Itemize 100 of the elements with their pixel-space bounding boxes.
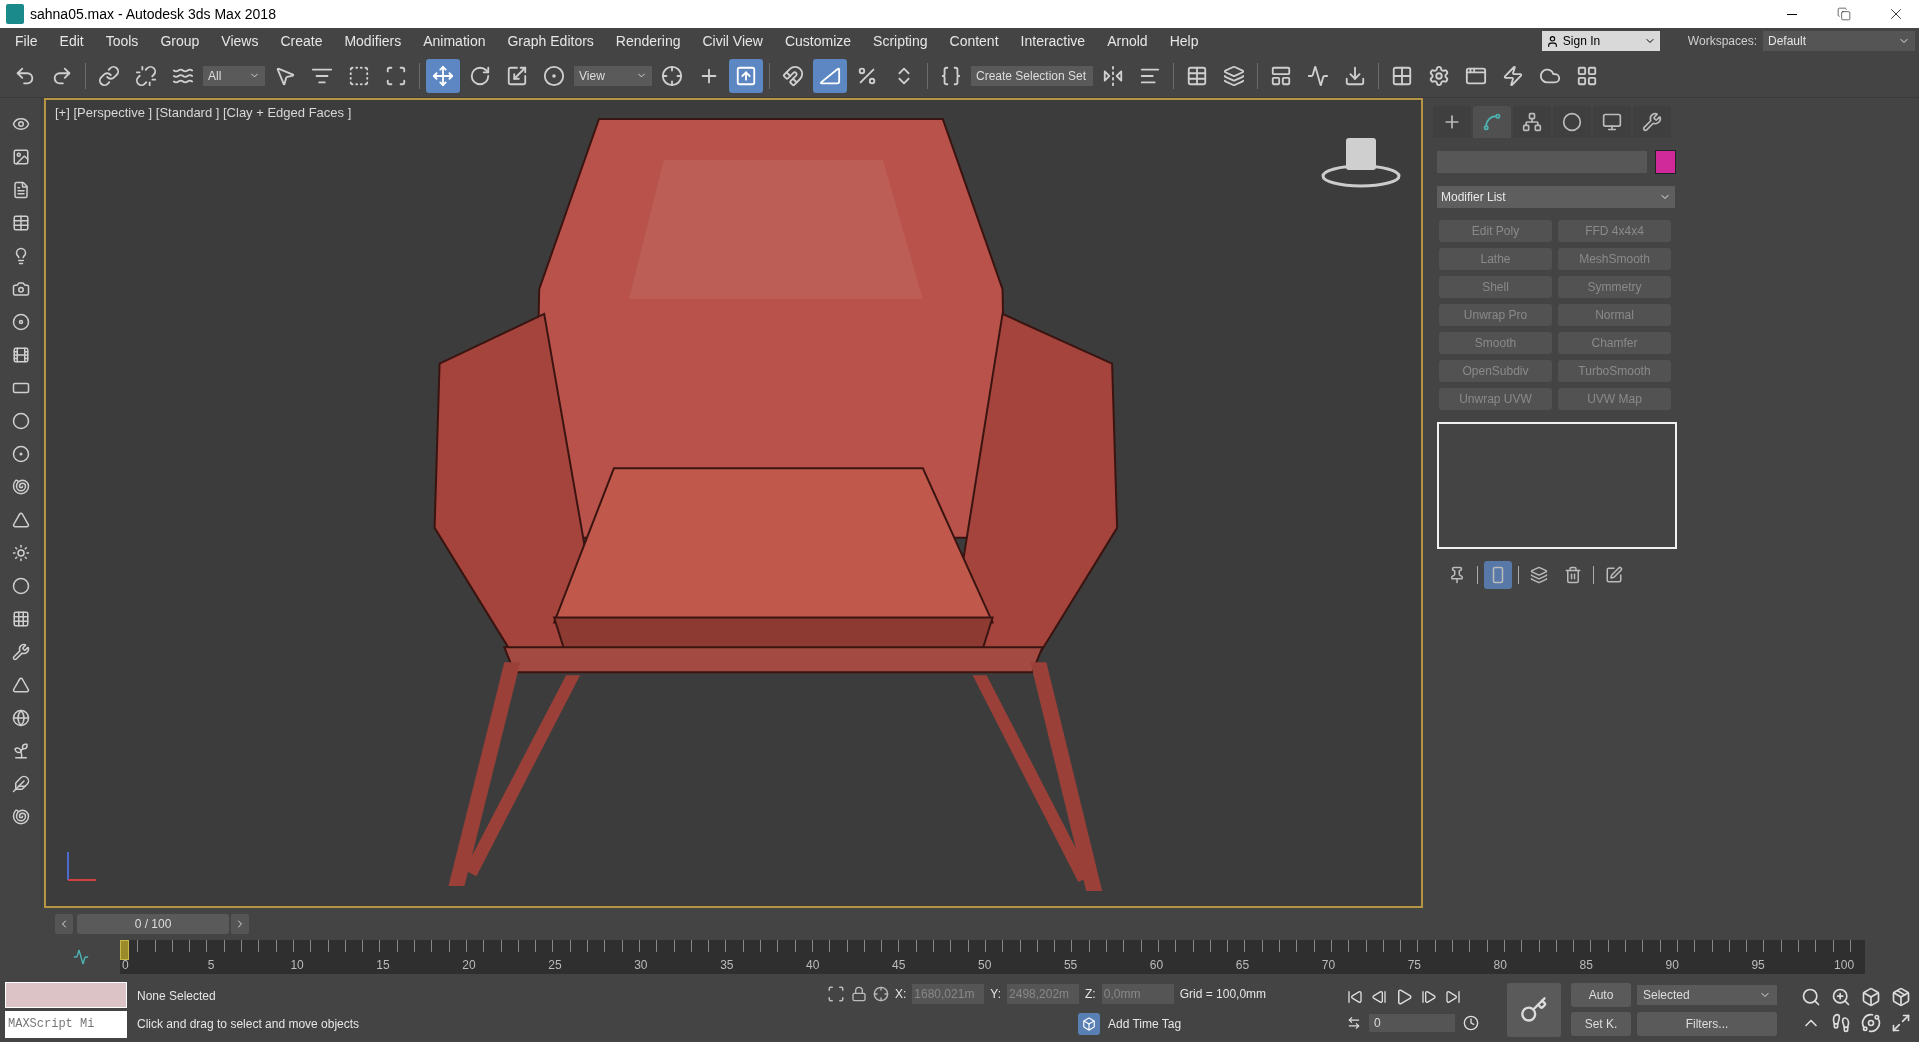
tick-label: 25 xyxy=(548,958,562,972)
package-icon[interactable] xyxy=(1891,986,1911,1007)
maximize-icon[interactable] xyxy=(1891,1012,1911,1033)
selection-filter-dropdown[interactable]: All xyxy=(203,65,265,86)
menu-item[interactable]: Edit xyxy=(48,28,95,54)
circle-tab[interactable] xyxy=(1553,106,1591,138)
tick-label: 30 xyxy=(634,958,648,972)
lightning-icon xyxy=(1502,64,1524,87)
cube-icon[interactable] xyxy=(1861,986,1881,1007)
footprints-icon[interactable] xyxy=(1831,1012,1851,1033)
menu-item[interactable]: Modifiers xyxy=(333,28,413,54)
tick-label: 90 xyxy=(1665,958,1679,972)
selection-set-dropdown[interactable]: Create Selection Set xyxy=(971,65,1093,86)
menu-item[interactable]: Arnold xyxy=(1096,28,1159,54)
window-title: sahna05.max - Autodesk 3ds Max 2018 xyxy=(30,6,277,22)
menu-item[interactable]: Graph Editors xyxy=(496,28,605,54)
tick-label: 80 xyxy=(1493,958,1507,972)
set-key-mode-button[interactable]: Set K. xyxy=(1571,1012,1631,1036)
menu-item[interactable]: Scripting xyxy=(862,28,939,54)
restore-icon xyxy=(1837,7,1851,21)
lock-icon[interactable] xyxy=(851,985,867,1002)
workspace-dropdown[interactable]: Default xyxy=(1763,31,1915,51)
monitor-tab[interactable] xyxy=(1593,106,1631,138)
menu-item[interactable]: Create xyxy=(269,28,334,54)
tile-grid-icon xyxy=(1576,64,1598,87)
hierarchy-tab[interactable] xyxy=(1513,106,1551,138)
tick-label: 20 xyxy=(462,958,476,972)
app-logo-icon xyxy=(6,4,24,24)
timeline-ruler[interactable]: 0 5 10 15 20 25 30 35 40 45 50 55 60 65 70 75 80 85 90 95 100 xyxy=(120,940,1865,974)
menu-item[interactable]: Views xyxy=(210,28,270,54)
edit-icon xyxy=(1605,566,1623,584)
workspaces-label: Workspaces: xyxy=(1687,34,1757,48)
time-slider-thumb[interactable]: 0 / 100 xyxy=(77,914,229,934)
menu-item[interactable]: Tools xyxy=(94,28,150,54)
key-set-dropdown[interactable]: Selected xyxy=(1637,985,1777,1005)
mirror-icon xyxy=(1102,64,1124,87)
auto-key-button[interactable]: Auto xyxy=(1571,983,1631,1007)
tick-label: 60 xyxy=(1149,958,1164,972)
tick-label: 35 xyxy=(720,958,734,972)
key-icon xyxy=(1520,995,1548,1024)
z-label: Z: xyxy=(1085,986,1096,1001)
window-grid-icon xyxy=(1391,64,1413,87)
key-filters-button[interactable]: Filters... xyxy=(1637,1012,1777,1036)
tick-label: 65 xyxy=(1235,958,1250,972)
crosshair-icon[interactable] xyxy=(873,985,889,1002)
angle-tool-button[interactable] xyxy=(813,58,847,93)
plus-tab[interactable] xyxy=(1433,106,1471,138)
grid-size-text: Grid = 100,0mm xyxy=(1179,986,1267,1001)
viewport[interactable]: [+] [Perspective ] [Standard ] [Clay + Edged Faces ] xyxy=(44,98,1423,908)
previous-frame-button[interactable] xyxy=(55,914,73,934)
menu-item[interactable]: Rendering xyxy=(604,28,692,54)
frame-icon[interactable] xyxy=(827,984,845,1003)
zoom-icon[interactable] xyxy=(1831,986,1851,1007)
menu-item[interactable]: Civil View xyxy=(691,28,774,54)
gear-icon xyxy=(1428,64,1450,87)
time-marker[interactable] xyxy=(120,940,129,960)
dashed-square-icon xyxy=(348,64,370,87)
menu-item[interactable]: File xyxy=(4,28,49,54)
menu-item[interactable]: Customize xyxy=(773,28,863,54)
menu-item[interactable]: Animation xyxy=(412,28,497,54)
orbit-icon[interactable] xyxy=(1861,1012,1881,1033)
monitor-icon xyxy=(1602,112,1622,132)
search-icon[interactable] xyxy=(1801,986,1821,1007)
set-key-button[interactable] xyxy=(1507,982,1561,1037)
object-color-swatch[interactable] xyxy=(1655,150,1676,174)
scan-frame-icon xyxy=(385,64,407,87)
move-tool-button[interactable] xyxy=(426,58,460,93)
maxscript-field[interactable]: MAXScript Mi xyxy=(5,1010,127,1038)
arrows-icon[interactable] xyxy=(1347,1015,1361,1030)
clock-icon[interactable] xyxy=(1463,1014,1479,1031)
menu-item[interactable]: Interactive xyxy=(1009,28,1097,54)
time-slider[interactable]: 0 / 100 xyxy=(55,914,1425,934)
curve-icon xyxy=(1482,112,1502,132)
circle-icon xyxy=(1562,112,1582,132)
add-time-tag-button[interactable]: Add Time Tag xyxy=(1072,1011,1188,1036)
tick-label: 95 xyxy=(1751,958,1765,972)
pin-icon xyxy=(1448,566,1466,584)
frame-field[interactable]: 0 xyxy=(1369,1013,1455,1032)
menu-item[interactable]: Group xyxy=(149,28,211,54)
skip-back-icon[interactable] xyxy=(1347,988,1363,1005)
modifier-list-dropdown[interactable]: Modifier List xyxy=(1437,186,1675,208)
skip-forward-icon[interactable] xyxy=(1445,988,1461,1005)
arrow-up-square-tool-button[interactable] xyxy=(729,58,763,93)
braces-icon xyxy=(940,64,962,87)
menu-item[interactable]: Content xyxy=(938,28,1010,54)
step-forward-icon[interactable] xyxy=(1421,988,1437,1005)
coordinate-dropdown[interactable]: View xyxy=(574,65,652,86)
viewport-label[interactable]: [+] [Perspective ] [Standard ] [Clay + Edged Faces ] xyxy=(55,105,352,120)
curve-tab[interactable] xyxy=(1473,106,1511,138)
arrow-up-square-icon xyxy=(735,64,757,87)
bar-button[interactable] xyxy=(1484,561,1512,589)
menu-item[interactable]: Help xyxy=(1158,28,1210,54)
modifier-stack-list[interactable] xyxy=(1437,422,1677,549)
step-back-icon[interactable] xyxy=(1371,988,1387,1005)
trash-icon xyxy=(1564,566,1582,584)
wrench-tab[interactable] xyxy=(1633,106,1671,138)
layers-icon xyxy=(1223,64,1245,87)
sign-in-dropdown[interactable]: Sign In xyxy=(1541,31,1660,51)
next-frame-button[interactable] xyxy=(231,914,249,934)
play-icon[interactable] xyxy=(1395,987,1413,1006)
